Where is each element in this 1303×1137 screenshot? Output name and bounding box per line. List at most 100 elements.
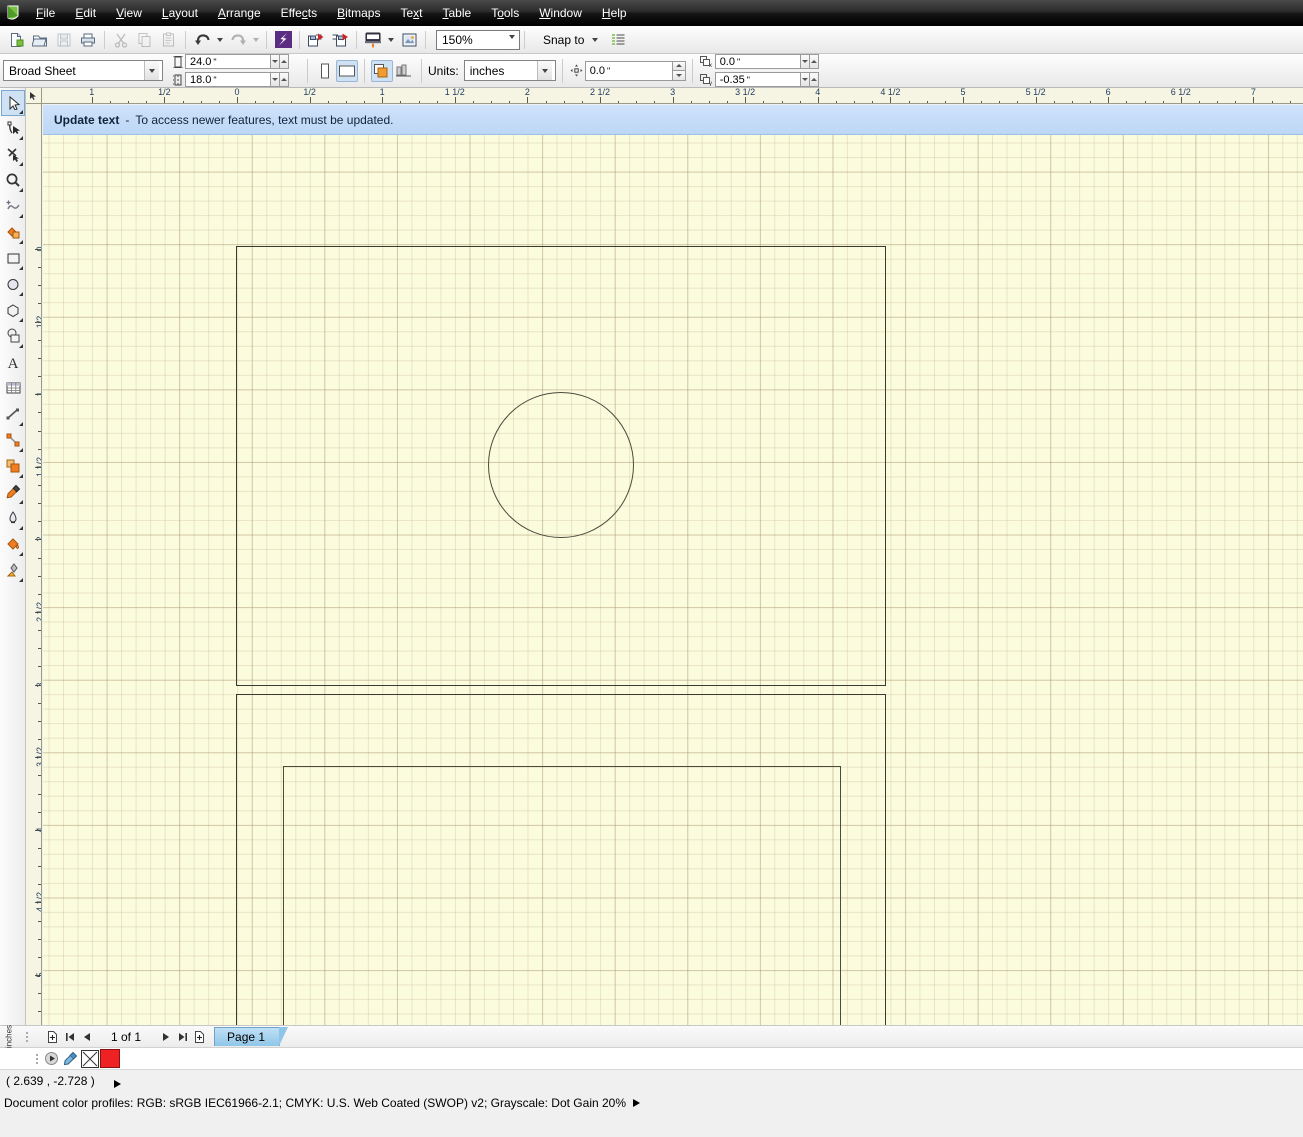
vertical-ruler[interactable]: 01/211 1/222 1/233 1/244 1/255 1/2 bbox=[26, 104, 42, 1047]
paste-button[interactable] bbox=[157, 28, 181, 52]
undo-button[interactable] bbox=[190, 28, 214, 52]
zoom-tool[interactable] bbox=[1, 168, 25, 194]
eyedropper-icon[interactable] bbox=[61, 1050, 79, 1068]
options-button[interactable] bbox=[606, 28, 630, 52]
interactive-fill-tool[interactable] bbox=[1, 558, 25, 584]
orientation-portrait-button[interactable] bbox=[314, 60, 336, 82]
menu-item-help[interactable]: Help bbox=[592, 3, 637, 23]
snap-to-button[interactable]: Snap to bbox=[539, 31, 602, 49]
drawn-circle[interactable] bbox=[488, 392, 634, 538]
flyout-triangle-icon[interactable] bbox=[18, 526, 23, 530]
flyout-triangle-icon[interactable] bbox=[18, 292, 23, 296]
shape-tool[interactable] bbox=[1, 116, 25, 142]
text-tool[interactable]: A bbox=[1, 350, 25, 376]
basic-shapes-tool[interactable] bbox=[1, 324, 25, 350]
flyout-triangle-icon[interactable] bbox=[18, 552, 23, 556]
first-page-button[interactable] bbox=[61, 1028, 78, 1046]
flyout-triangle-icon[interactable] bbox=[18, 318, 23, 322]
nudge-spin-down[interactable] bbox=[672, 70, 686, 81]
zoom-level-combo[interactable]: 150% bbox=[436, 29, 520, 53]
save-document-button[interactable] bbox=[52, 28, 76, 52]
menu-item-layout[interactable]: Layout bbox=[152, 3, 208, 23]
new-document-button[interactable] bbox=[4, 28, 28, 52]
object-properties-button[interactable] bbox=[42, 1050, 60, 1068]
menu-item-bitmaps[interactable]: Bitmaps bbox=[327, 3, 390, 23]
page-tab-page-1[interactable]: Page 1 bbox=[214, 1027, 289, 1046]
polygon-tool[interactable] bbox=[1, 298, 25, 324]
flyout-triangle-icon[interactable] bbox=[18, 110, 23, 114]
add-page-end-button[interactable] bbox=[191, 1028, 208, 1046]
copy-button[interactable] bbox=[133, 28, 157, 52]
menu-item-table[interactable]: Table bbox=[433, 3, 482, 23]
undo-dropdown-button[interactable] bbox=[214, 28, 226, 52]
last-page-button[interactable] bbox=[174, 1028, 191, 1046]
flyout-triangle-icon[interactable] bbox=[18, 578, 23, 582]
color-eyedropper-tool[interactable] bbox=[1, 480, 25, 506]
dimension-tool[interactable] bbox=[1, 402, 25, 428]
horizontal-ruler[interactable]: 1 1/2 0 1/2 1 1 1/2 2 2 1/2 3 3 1/2 4 4 1/2 5 5 1/2 6 6… bbox=[26, 88, 1303, 104]
pick-tool[interactable] bbox=[0, 90, 25, 116]
update-text-notification-bar[interactable]: Update text - To access newer features, … bbox=[43, 105, 1303, 135]
page-preset-combo[interactable]: Broad Sheet bbox=[3, 60, 163, 81]
apply-all-pages-button[interactable] bbox=[371, 59, 393, 82]
flyout-triangle-icon[interactable] bbox=[18, 474, 23, 478]
page-height-field[interactable]: 18.0 " bbox=[185, 72, 271, 87]
publish-pdf-dropdown-button[interactable] bbox=[385, 28, 397, 52]
menu-item-effects[interactable]: Effects bbox=[271, 3, 327, 23]
freehand-tool[interactable] bbox=[1, 194, 25, 220]
add-page-start-button[interactable] bbox=[44, 1028, 61, 1046]
blend-tool[interactable] bbox=[1, 454, 25, 480]
page-height-spin-up[interactable] bbox=[280, 72, 289, 87]
ruler-corner-button[interactable] bbox=[26, 88, 42, 104]
units-combo[interactable]: inches bbox=[463, 60, 556, 81]
flyout-triangle-icon[interactable] bbox=[18, 162, 23, 166]
outline-color-swatch[interactable] bbox=[100, 1049, 120, 1068]
cut-button[interactable] bbox=[109, 28, 133, 52]
duplicate-x-field[interactable]: 0.0 " bbox=[714, 54, 801, 69]
corel-connect-button[interactable] bbox=[271, 28, 295, 52]
nudge-offset-field[interactable]: 0.0 " bbox=[584, 60, 673, 81]
rectangle-tool[interactable] bbox=[1, 246, 25, 272]
page-width-spin-up[interactable] bbox=[280, 54, 289, 69]
flyout-triangle-icon[interactable] bbox=[18, 500, 23, 504]
flyout-triangle-icon[interactable] bbox=[18, 344, 23, 348]
menu-item-view[interactable]: View bbox=[106, 3, 152, 23]
duplicate-y-spin-down[interactable] bbox=[800, 72, 810, 87]
menu-item-tools[interactable]: Tools bbox=[481, 3, 529, 23]
page-width-spin-down[interactable] bbox=[271, 54, 280, 69]
flyout-triangle-icon[interactable] bbox=[18, 448, 23, 452]
ellipse-tool[interactable] bbox=[1, 272, 25, 298]
next-page-button[interactable] bbox=[157, 1028, 174, 1046]
page-height-spin-down[interactable] bbox=[271, 72, 280, 87]
flyout-triangle-icon[interactable] bbox=[18, 266, 23, 270]
print-button[interactable] bbox=[76, 28, 100, 52]
prev-page-button[interactable] bbox=[78, 1028, 95, 1046]
export-button[interactable] bbox=[328, 28, 352, 52]
launch-app-button[interactable] bbox=[397, 28, 421, 52]
menu-item-edit[interactable]: Edit bbox=[65, 3, 106, 23]
fill-tool[interactable] bbox=[1, 532, 25, 558]
redo-button[interactable] bbox=[226, 28, 250, 52]
duplicate-y-spin-up[interactable] bbox=[809, 72, 819, 87]
drawn-rectangle[interactable] bbox=[283, 766, 841, 1031]
flyout-triangle-icon[interactable] bbox=[18, 422, 23, 426]
menu-item-file[interactable]: File bbox=[26, 3, 65, 23]
crop-tool[interactable] bbox=[1, 142, 25, 168]
publish-pdf-button[interactable] bbox=[361, 28, 385, 52]
menu-item-arrange[interactable]: Arrange bbox=[208, 3, 271, 23]
smart-fill-tool[interactable] bbox=[1, 220, 25, 246]
flyout-triangle-icon[interactable] bbox=[18, 136, 23, 140]
connector-tool[interactable] bbox=[1, 428, 25, 454]
expand-triangle-icon[interactable] bbox=[633, 1099, 641, 1107]
expand-triangle-icon[interactable] bbox=[114, 1077, 121, 1091]
table-tool[interactable] bbox=[1, 376, 25, 402]
menu-item-text[interactable]: Text bbox=[390, 3, 432, 23]
nudge-spin-up[interactable] bbox=[672, 60, 686, 71]
orientation-landscape-button[interactable] bbox=[336, 59, 358, 82]
import-button[interactable] bbox=[304, 28, 328, 52]
duplicate-x-spin-up[interactable] bbox=[809, 54, 819, 69]
redo-dropdown-button[interactable] bbox=[250, 28, 262, 52]
open-document-button[interactable] bbox=[28, 28, 52, 52]
duplicate-y-field[interactable]: -0.35 " bbox=[714, 72, 801, 87]
flyout-triangle-icon[interactable] bbox=[18, 188, 23, 192]
